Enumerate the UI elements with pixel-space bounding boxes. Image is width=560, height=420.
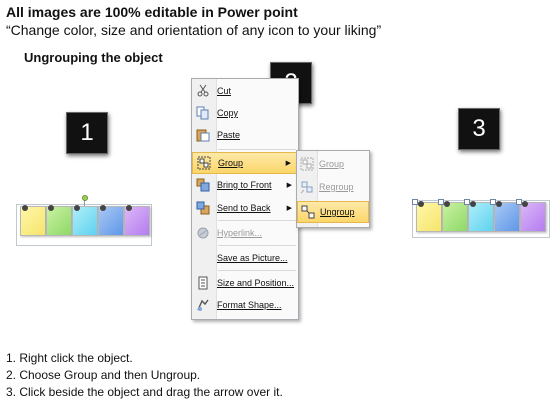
sticky-note-yellow [20, 205, 46, 236]
menu-item-group[interactable]: Group ▶ [192, 152, 298, 174]
menu-item-label: Format Shape... [217, 300, 282, 310]
menu-item-save-as-picture[interactable]: Save as Picture... [192, 248, 298, 268]
menu-item-paste[interactable]: Paste [192, 125, 298, 145]
resize-handle[interactable] [490, 199, 496, 205]
step-3-label: 3 [458, 108, 500, 150]
page-title: All images are 100% editable in Power po… [6, 4, 298, 20]
ungrouped-notes-object[interactable] [412, 199, 550, 238]
step-1-label: 1 [66, 112, 108, 154]
hyperlink-icon [197, 227, 209, 239]
pin-icon [470, 201, 476, 207]
sticky-note-cyan[interactable] [468, 201, 494, 232]
submenu-arrow-icon: ▶ [286, 182, 292, 189]
menu-item-bring-to-front[interactable]: Bring to Front ▶ [192, 175, 298, 195]
section-heading: Ungrouping the object [24, 50, 163, 65]
pin-icon [496, 201, 502, 207]
sticky-note-purple [124, 205, 150, 236]
rotate-handle[interactable] [82, 195, 88, 201]
menu-item-label: Hyperlink... [217, 228, 263, 238]
group-icon [300, 157, 314, 171]
pin-icon [126, 205, 132, 211]
page-subtitle: “Change color, size and orientation of a… [6, 22, 382, 38]
menu-item-send-to-back[interactable]: Send to Back ▶ [192, 198, 298, 218]
pin-icon [444, 201, 450, 207]
group-submenu: Group Regroup Ungroup [296, 150, 370, 228]
group-icon [197, 156, 211, 170]
size-position-icon [198, 276, 208, 290]
menu-item-label: Save as Picture... [217, 253, 288, 263]
ungroup-icon [301, 205, 315, 219]
instruction-step-3: 3. Click beside the object and drag the … [6, 385, 283, 399]
grouped-notes-object[interactable] [16, 195, 152, 246]
menu-item-label: Size and Position... [217, 278, 295, 288]
submenu-arrow-icon: ▶ [286, 205, 292, 212]
scissors-icon [197, 84, 209, 97]
pin-icon [74, 205, 80, 211]
send-back-icon [196, 201, 210, 215]
menu-item-hyperlink: Hyperlink... [192, 223, 298, 243]
pin-icon [22, 205, 28, 211]
menu-item-label: Bring to Front [217, 180, 272, 190]
pin-icon [418, 201, 424, 207]
paste-icon [196, 129, 210, 142]
sticky-note-green[interactable] [442, 201, 468, 232]
instruction-step-1: 1. Right click the object. [6, 351, 133, 365]
menu-item-format-shape[interactable]: Format Shape... [192, 295, 298, 315]
pin-icon [48, 205, 54, 211]
menu-item-label: Cut [217, 86, 232, 96]
menu-item-label: Group [218, 158, 244, 168]
sticky-note-blue [98, 205, 124, 236]
copy-icon [196, 106, 209, 120]
menu-item-label: Paste [217, 130, 241, 140]
resize-handle[interactable] [464, 199, 470, 205]
submenu-item-ungroup[interactable]: Ungroup [297, 201, 369, 223]
menu-item-label: Send to Back [217, 203, 271, 213]
menu-item-size-and-position[interactable]: Size and Position... [192, 273, 298, 293]
submenu-item-regroup: Regroup [297, 177, 369, 197]
pin-icon [522, 201, 528, 207]
instruction-list: 1. Right click the object. 2. Choose Gro… [6, 350, 283, 401]
submenu-arrow-icon: ▶ [285, 160, 291, 167]
menu-item-label: Group [319, 159, 345, 169]
resize-handle[interactable] [516, 199, 522, 205]
instruction-step-2: 2. Choose Group and then Ungroup. [6, 368, 201, 382]
menu-item-copy[interactable]: Copy [192, 103, 298, 123]
regroup-icon [300, 181, 313, 194]
sticky-note-purple[interactable] [520, 201, 546, 232]
sticky-note-cyan [72, 205, 98, 236]
sticky-note-green [46, 205, 72, 236]
sticky-note-yellow[interactable] [416, 201, 442, 232]
menu-item-label: Regroup [319, 182, 354, 192]
format-shape-icon [197, 299, 209, 311]
resize-handle[interactable] [412, 199, 418, 205]
menu-item-label: Copy [217, 108, 239, 118]
pin-icon [100, 205, 106, 211]
menu-item-cut[interactable]: Cut [192, 81, 298, 101]
submenu-item-group: Group [297, 154, 369, 174]
resize-handle[interactable] [438, 199, 444, 205]
sticky-note-blue[interactable] [494, 201, 520, 232]
context-menu: Cut Copy Paste Group ▶ Bring to Front ▶ … [191, 78, 299, 320]
menu-item-label: Ungroup [320, 207, 355, 217]
bring-front-icon [196, 178, 210, 192]
